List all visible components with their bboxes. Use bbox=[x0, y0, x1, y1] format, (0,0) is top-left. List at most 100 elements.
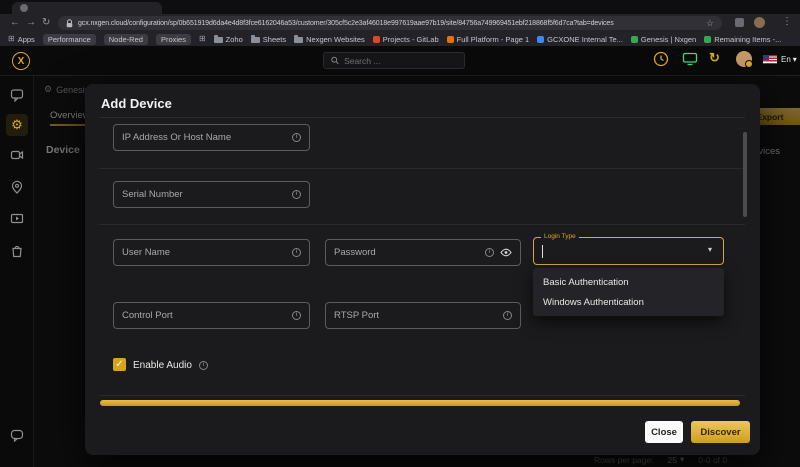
chat-icon[interactable] bbox=[10, 428, 24, 442]
bookmark-star-icon[interactable]: ☆ bbox=[706, 18, 714, 29]
bookmark-label: Remaining Items -... bbox=[714, 34, 782, 44]
lock-icon bbox=[66, 18, 73, 27]
menu-item-basic-authentication[interactable]: Basic Authentication bbox=[533, 272, 724, 292]
info-icon: i bbox=[485, 248, 494, 257]
full-platform-icon bbox=[446, 35, 454, 43]
modal-title: Add Device bbox=[101, 96, 172, 111]
password-label: Password bbox=[334, 247, 376, 258]
user-avatar[interactable] bbox=[736, 51, 753, 68]
close-button[interactable]: Close bbox=[645, 421, 683, 443]
address-bar[interactable]: gcx.nxgen.cloud/configuration/sp/0b65191… bbox=[58, 16, 722, 30]
bookmark-label: Apps bbox=[17, 34, 35, 44]
divider bbox=[99, 395, 745, 396]
bookmark-gcxone-internal[interactable]: GCXONE Internal Te... bbox=[537, 35, 623, 44]
reload-icon[interactable]: ↻ bbox=[42, 17, 50, 29]
enable-audio-checkbox[interactable]: ✓ bbox=[113, 358, 126, 371]
bookmark-folder-sheets[interactable]: Sheets bbox=[250, 34, 287, 44]
login-type-label: Login Type bbox=[541, 233, 579, 240]
eye-icon[interactable] bbox=[500, 248, 512, 257]
bookmark-genesis-nxgen[interactable]: Genesis | Nxgen bbox=[630, 35, 696, 44]
add-device-modal: Add Device IP Address Or Host Name i Ser… bbox=[85, 84, 760, 455]
serial-number-field[interactable]: Serial Number i bbox=[113, 181, 310, 208]
folder-icon bbox=[250, 35, 260, 43]
clock-icon[interactable] bbox=[653, 51, 669, 67]
settings-icon[interactable]: ⚙ bbox=[6, 114, 28, 136]
global-search[interactable] bbox=[323, 52, 465, 69]
browser-profile-avatar[interactable] bbox=[754, 17, 765, 28]
select-chevron-icon[interactable]: ▾ bbox=[708, 245, 712, 254]
modal-scrollbar[interactable] bbox=[743, 132, 747, 217]
gitlab-icon bbox=[372, 35, 380, 43]
rtsp-port-field[interactable]: RTSP Port i bbox=[325, 302, 521, 329]
login-type-select[interactable] bbox=[533, 237, 724, 265]
back-icon[interactable]: ← bbox=[10, 17, 20, 29]
info-icon: i bbox=[199, 361, 208, 370]
serial-number-label: Serial Number bbox=[122, 189, 183, 200]
info-icon: i bbox=[292, 190, 301, 199]
bookmarks-bar: ⊞ Apps Performance Node-Red Proxies ⊞ Zoh… bbox=[0, 32, 800, 46]
gcxone-icon bbox=[537, 35, 545, 43]
login-type-menu: Basic Authentication Windows Authenticat… bbox=[533, 268, 724, 316]
map-pin-icon[interactable] bbox=[10, 180, 24, 194]
browser-toolbar: ← → ↻ gcx.nxgen.cloud/configuration/sp/0… bbox=[0, 14, 800, 32]
bookmark-proxies[interactable]: Proxies bbox=[155, 33, 191, 45]
divider bbox=[99, 224, 745, 225]
genesis-icon bbox=[630, 35, 638, 43]
divider bbox=[99, 117, 745, 118]
search-input[interactable] bbox=[344, 55, 457, 66]
ip-address-label: IP Address Or Host Name bbox=[122, 132, 232, 143]
rtsp-port-label: RTSP Port bbox=[334, 310, 380, 321]
screen: ← → ↻ gcx.nxgen.cloud/configuration/sp/0… bbox=[0, 0, 800, 467]
language-selector[interactable]: En ▾ bbox=[781, 55, 797, 64]
username-label: User Name bbox=[122, 247, 171, 258]
bookmark-label: Full Platform - Page 1 bbox=[456, 34, 530, 44]
browser-tab[interactable] bbox=[12, 2, 162, 14]
language-label: En bbox=[781, 55, 791, 64]
monitor-icon[interactable] bbox=[682, 52, 698, 66]
messages-icon[interactable] bbox=[10, 88, 24, 102]
gear-glyph: ⚙ bbox=[11, 117, 23, 132]
username-field[interactable]: User Name i bbox=[113, 239, 310, 266]
horizontal-scrollbar[interactable] bbox=[100, 400, 740, 406]
us-flag-icon bbox=[763, 55, 777, 64]
info-icon: i bbox=[292, 311, 301, 320]
bookmark-grid-icon[interactable]: ⊞ bbox=[199, 35, 206, 43]
forward-icon[interactable]: → bbox=[26, 17, 36, 29]
extension-icon[interactable] bbox=[735, 18, 744, 27]
bookmark-label: Sheets bbox=[262, 34, 287, 44]
text-caret bbox=[542, 244, 543, 258]
bookmark-folder-zoho[interactable]: Zoho bbox=[213, 34, 243, 44]
bookmark-label: Node-Red bbox=[108, 34, 143, 44]
bookmark-label: Projects - GitLab bbox=[382, 34, 439, 44]
tab-favicon-icon bbox=[20, 4, 28, 12]
ip-address-field[interactable]: IP Address Or Host Name i bbox=[113, 124, 310, 151]
bookmark-full-platform[interactable]: Full Platform - Page 1 bbox=[446, 34, 530, 44]
divider bbox=[99, 168, 745, 169]
folder-icon bbox=[213, 35, 223, 43]
bookmark-gitlab[interactable]: Projects - GitLab bbox=[372, 34, 439, 44]
folder-icon bbox=[294, 35, 304, 43]
camera-icon[interactable] bbox=[10, 148, 24, 162]
bookmark-node-red[interactable]: Node-Red bbox=[103, 33, 148, 45]
bookmark-apps[interactable]: ⊞ Apps bbox=[8, 35, 35, 44]
discover-button[interactable]: Discover bbox=[691, 421, 750, 443]
browser-menu-icon[interactable]: ⋮ bbox=[782, 16, 792, 27]
bookmark-label: GCXONE Internal Te... bbox=[547, 34, 623, 44]
chevron-down-icon: ▾ bbox=[792, 55, 797, 64]
control-port-label: Control Port bbox=[122, 310, 173, 321]
bookmark-remaining-items[interactable]: Remaining Items -... bbox=[704, 35, 781, 44]
password-field[interactable]: Password i bbox=[325, 239, 521, 266]
bookmark-performance[interactable]: Performance bbox=[42, 33, 96, 45]
app-logo[interactable]: X bbox=[12, 52, 30, 70]
sidebar: ⚙ bbox=[0, 76, 34, 467]
url-text: gcx.nxgen.cloud/configuration/sp/0b65191… bbox=[78, 19, 614, 27]
bookmark-label: Zoho bbox=[225, 34, 243, 44]
control-port-field[interactable]: Control Port i bbox=[113, 302, 310, 329]
video-wall-icon[interactable] bbox=[10, 212, 24, 226]
bookmark-label: Proxies bbox=[160, 34, 186, 44]
refresh-icon[interactable]: ↻ bbox=[709, 50, 720, 66]
shopping-bag-icon[interactable] bbox=[10, 244, 24, 258]
info-icon: i bbox=[503, 311, 512, 320]
menu-item-windows-authentication[interactable]: Windows Authentication bbox=[533, 292, 724, 312]
bookmark-folder-nexgen-websites[interactable]: Nexgen Websites bbox=[294, 35, 365, 44]
